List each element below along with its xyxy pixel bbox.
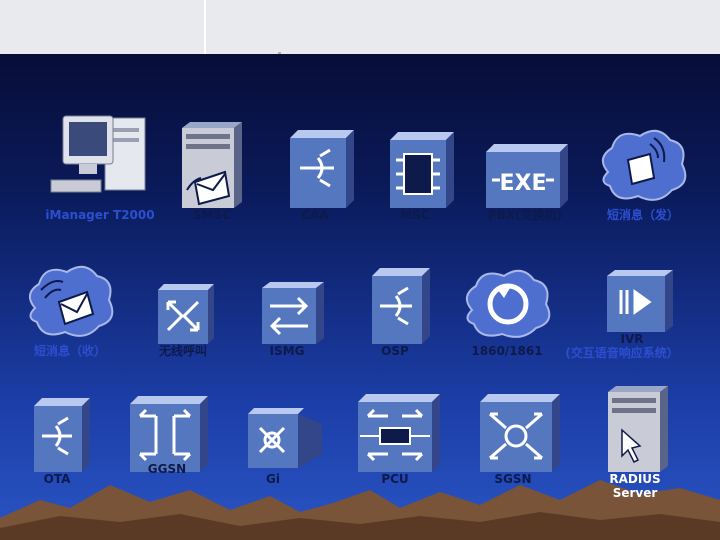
- node-ggsn: GGSN: [112, 394, 222, 476]
- sms-send-cloud-icon: [601, 129, 687, 201]
- computer-icon: [50, 115, 146, 193]
- sgsn-switch-icon: [480, 394, 560, 472]
- title-bar: [0, 0, 720, 54]
- label-caa: CAA: [301, 208, 329, 222]
- node-ota: OTA: [2, 396, 112, 486]
- node-gi: Gi: [218, 404, 328, 486]
- label-radius-line1: RADIUS: [609, 472, 661, 486]
- label-sgsn: SGSN: [494, 472, 532, 486]
- node-radius: RADIUS Server: [580, 384, 690, 500]
- label-ivr-sub: (交互语音响应系统）: [565, 346, 679, 360]
- label-imanager: iManager T2000: [45, 208, 155, 222]
- node-osp: OSP: [340, 266, 450, 358]
- label-pbx: PBX(交换机): [487, 208, 563, 222]
- msc-switch-icon: [390, 132, 454, 208]
- caa-router-icon: [290, 130, 354, 208]
- sms-receive-cloud-icon: [28, 265, 114, 337]
- 1860-cloud-icon: [465, 269, 551, 338]
- label-pcu: PCU: [381, 472, 409, 486]
- label-ota: OTA: [43, 472, 71, 486]
- node-pbx: EXE PBX(交换机): [470, 140, 580, 222]
- radius-server-icon: [608, 386, 668, 472]
- label-gi: Gi: [266, 472, 280, 486]
- label-sms-recv: 短消息（收）: [33, 344, 106, 358]
- ismg-gateway-icon: [262, 282, 324, 344]
- ggsn-switch-icon: [130, 396, 208, 472]
- node-ismg: ISMG: [232, 280, 342, 358]
- node-sms-recv: 短消息（收）: [15, 258, 125, 358]
- node-caa: CAA: [260, 128, 370, 222]
- pcu-unit-icon: [358, 394, 440, 472]
- exe-icon-text: EXE: [499, 171, 546, 196]
- gi-interface-icon: [248, 408, 322, 468]
- node-msc: MSC: [360, 130, 470, 222]
- label-smsc: SMSC: [192, 208, 232, 222]
- ivr-system-icon: [607, 270, 673, 332]
- title-mark: [278, 52, 281, 54]
- node-wireless-call: 无线呼叫: [128, 282, 238, 358]
- label-radius-line2: Server: [612, 486, 658, 500]
- label-wireless-call: 无线呼叫: [158, 344, 207, 358]
- node-1860: 1860/1861: [452, 262, 562, 358]
- ota-router-icon: [34, 398, 90, 472]
- title-divider: [204, 0, 206, 54]
- node-sgsn: SGSN: [458, 392, 568, 486]
- node-ivr: IVR (交互语音响应系统）: [562, 268, 702, 360]
- node-sms-send: 短消息（发）: [588, 122, 698, 222]
- label-msc: MSC: [400, 208, 430, 222]
- label-sms-send: 短消息（发）: [606, 208, 679, 222]
- label-osp: OSP: [381, 344, 409, 358]
- label-ivr: IVR: [620, 332, 644, 346]
- smsc-server-icon: [182, 122, 242, 208]
- label-ismg: ISMG: [269, 344, 305, 358]
- node-smsc: SMSC: [157, 120, 267, 222]
- node-imanager: iManager T2000: [45, 110, 155, 222]
- osp-router-icon: [372, 268, 430, 344]
- pbx-exchange-icon: EXE: [486, 144, 568, 208]
- wireless-call-icon: [158, 284, 214, 344]
- node-pcu: PCU: [340, 392, 450, 486]
